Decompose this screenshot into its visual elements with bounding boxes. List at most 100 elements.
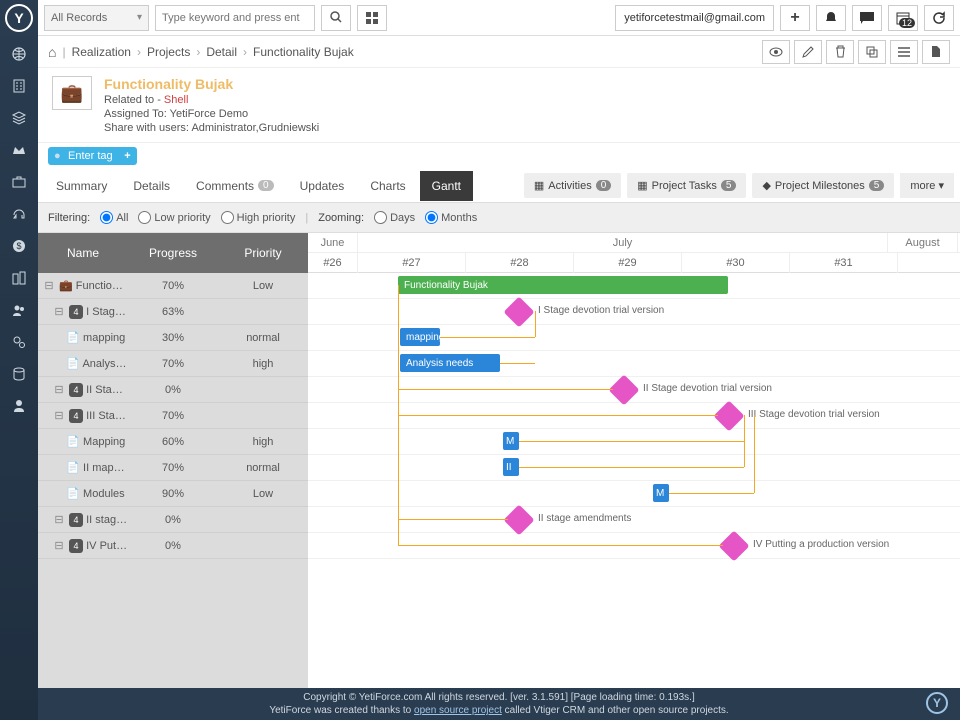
record-header: 💼 Functionality Bujak Related to - Shell… <box>38 68 960 143</box>
milestone-2[interactable] <box>608 374 639 405</box>
search-input[interactable] <box>155 5 315 31</box>
col-name: Name <box>38 233 128 273</box>
bar-analysis[interactable]: Analysis needs <box>400 354 500 372</box>
record-title: Functionality Bujak <box>104 76 319 92</box>
tab-comments[interactable]: Comments0 <box>184 171 286 201</box>
week-header: #30 <box>682 253 790 273</box>
list-button[interactable] <box>890 40 918 64</box>
bar-ii-mapping[interactable]: II <box>503 458 519 476</box>
tree-row[interactable]: 📄 Mapping60%high <box>38 429 308 455</box>
record-type-icon: 💼 <box>52 76 92 110</box>
home-icon[interactable]: ⌂ <box>48 44 56 60</box>
open-source-link[interactable]: open source project <box>414 705 502 716</box>
tree-row[interactable]: 📄 mapping30%normal <box>38 325 308 351</box>
related-link[interactable]: Shell <box>164 94 188 106</box>
nav-icon-headset[interactable] <box>9 204 29 224</box>
calendar-button[interactable]: 12 <box>888 5 918 31</box>
bar-mapping-m[interactable]: M <box>503 432 519 450</box>
add-button[interactable]: + <box>780 5 810 31</box>
bar-modules[interactable]: M <box>653 484 669 502</box>
records-selector[interactable]: All Records <box>44 5 149 31</box>
milestone-5[interactable] <box>718 530 749 561</box>
tab-project-milestones[interactable]: ◆Project Milestones5 <box>752 173 894 198</box>
col-priority: Priority <box>218 233 308 273</box>
messages-button[interactable] <box>852 5 882 31</box>
tree-row[interactable]: 📄 II mapping70%normal <box>38 455 308 481</box>
tag-input[interactable]: Enter tag <box>48 147 137 165</box>
export-button[interactable] <box>922 40 950 64</box>
nav-icon-user[interactable] <box>9 396 29 416</box>
nav-icon-users[interactable] <box>9 300 29 320</box>
nav-icon-globe[interactable] <box>9 44 29 64</box>
delete-button[interactable] <box>826 40 854 64</box>
nav-icon-building2[interactable] <box>9 268 29 288</box>
crumb-realization[interactable]: Realization <box>72 45 131 59</box>
grid-button[interactable] <box>357 5 387 31</box>
crumb-current: Functionality Bujak <box>253 45 354 59</box>
bar-mapping[interactable]: mapping <box>400 328 440 346</box>
filter-high[interactable]: High priority <box>221 211 296 224</box>
footer-logo: Y <box>926 692 948 714</box>
refresh-button[interactable] <box>924 5 954 31</box>
tab-charts[interactable]: Charts <box>358 171 417 201</box>
left-sidebar: Y $ <box>0 0 38 720</box>
tree-row[interactable]: ⊟ 💼 Functionality Bujak70%Low <box>38 273 308 299</box>
gantt-tree: Name Progress Priority ⊟ 💼 Functionality… <box>38 233 308 719</box>
col-progress: Progress <box>128 233 218 273</box>
breadcrumb: ⌂ | Realization › Projects › Detail › Fu… <box>38 36 960 68</box>
nav-icon-building[interactable] <box>9 76 29 96</box>
footer: Copyright © YetiForce.com All rights res… <box>38 688 960 720</box>
bar-main[interactable]: Functionality Bujak <box>398 276 728 294</box>
zoom-months[interactable]: Months <box>425 211 477 224</box>
tab-updates[interactable]: Updates <box>288 171 357 201</box>
tab-activities[interactable]: ▦Activities0 <box>524 173 621 198</box>
gantt: Name Progress Priority ⊟ 💼 Functionality… <box>38 233 960 720</box>
tab-summary[interactable]: Summary <box>44 171 119 201</box>
tree-row[interactable]: 📄 Modules90%Low <box>38 481 308 507</box>
notifications-button[interactable] <box>816 5 846 31</box>
week-header: #26 <box>308 253 358 273</box>
week-header: #29 <box>574 253 682 273</box>
filter-row: Filtering: All Low priority High priorit… <box>38 203 960 233</box>
tree-row[interactable]: ⊟ 4 III Stage devotion trial version70% <box>38 403 308 429</box>
tabs: Summary Details Comments0 Updates Charts… <box>38 169 960 203</box>
milestone-4[interactable] <box>503 504 534 535</box>
month-header: August <box>888 233 958 252</box>
tree-row[interactable]: 📄 Analysis needs70%high <box>38 351 308 377</box>
gantt-timeline[interactable]: JuneJulyAugust #26#27#28#29#30#31 Functi… <box>308 233 960 719</box>
copy-button[interactable] <box>858 40 886 64</box>
month-header: June <box>308 233 358 252</box>
week-header: #27 <box>358 253 466 273</box>
tab-project-tasks[interactable]: ▦Project Tasks5 <box>627 173 746 198</box>
search-button[interactable] <box>321 5 351 31</box>
app-logo[interactable]: Y <box>5 4 33 32</box>
nav-icon-layers[interactable] <box>9 108 29 128</box>
filter-low[interactable]: Low priority <box>138 211 210 224</box>
crumb-projects[interactable]: Projects <box>147 45 190 59</box>
week-header: #28 <box>466 253 574 273</box>
tree-row[interactable]: ⊟ 4 IV Putting a production version0% <box>38 533 308 559</box>
topbar: All Records yetiforcetestmail@gmail.com … <box>38 0 960 36</box>
filter-all[interactable]: All <box>100 211 128 224</box>
tree-row[interactable]: ⊟ 4 II Stage devotion trial version0% <box>38 377 308 403</box>
week-header: #31 <box>790 253 898 273</box>
tree-row[interactable]: ⊟ 4 I Stage devotion trial version63% <box>38 299 308 325</box>
nav-icon-briefcase[interactable] <box>9 172 29 192</box>
more-tabs-button[interactable]: more ▾ <box>900 173 954 198</box>
filtering-label: Filtering: <box>48 212 90 224</box>
month-header: July <box>358 233 888 252</box>
nav-icon-crown[interactable] <box>9 140 29 160</box>
nav-icon-dollar[interactable]: $ <box>9 236 29 256</box>
user-email[interactable]: yetiforcetestmail@gmail.com <box>615 5 774 31</box>
tree-row[interactable]: ⊟ 4 II stage amendments0% <box>38 507 308 533</box>
view-button[interactable] <box>762 40 790 64</box>
zoom-days[interactable]: Days <box>374 211 415 224</box>
milestone-3[interactable] <box>713 400 744 431</box>
edit-button[interactable] <box>794 40 822 64</box>
milestone-1[interactable] <box>503 296 534 327</box>
tab-gantt[interactable]: Gantt <box>420 171 473 201</box>
zooming-label: Zooming: <box>318 212 364 224</box>
nav-icon-database[interactable] <box>9 364 29 384</box>
tab-details[interactable]: Details <box>121 171 182 201</box>
nav-icon-gears[interactable] <box>9 332 29 352</box>
